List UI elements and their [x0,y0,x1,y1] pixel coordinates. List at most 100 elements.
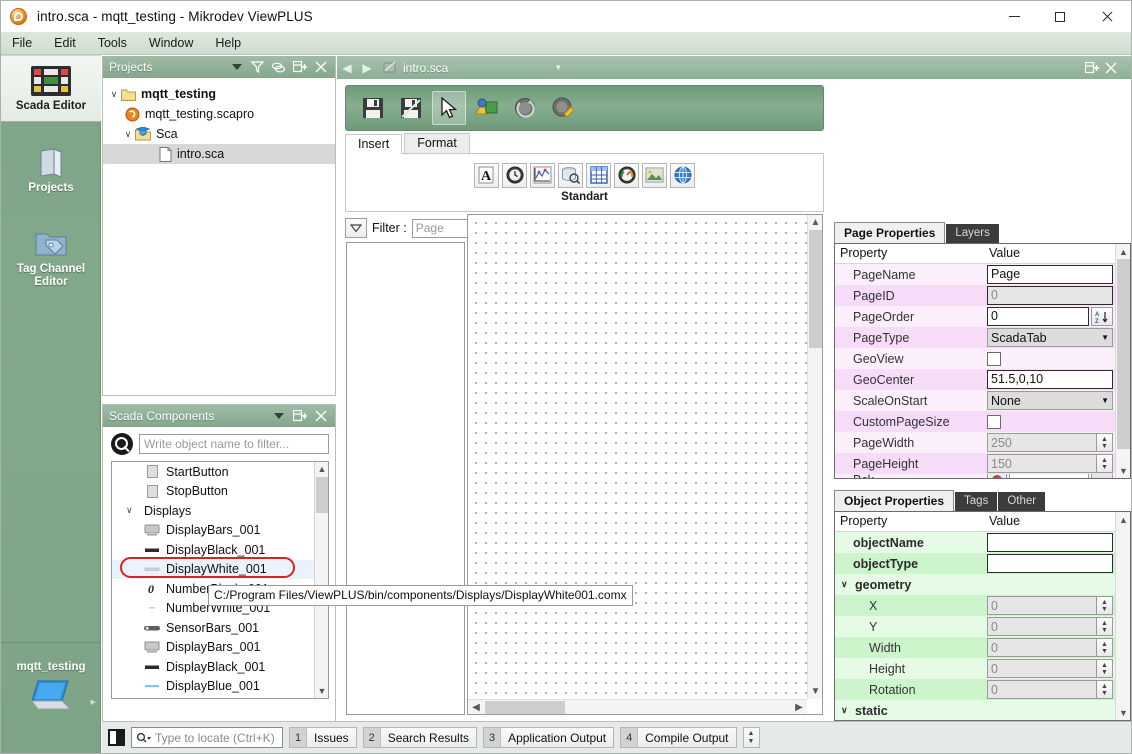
menu-edit[interactable]: Edit [43,34,87,52]
tree-row[interactable]: ∨ mqtt_testing [103,84,335,104]
component-list-scrollbar[interactable]: ▲ ▼ [314,462,328,698]
insert-clock-button[interactable] [502,162,527,188]
tab-other[interactable]: Other [998,492,1046,511]
clean-button[interactable] [546,91,580,125]
table-row[interactable]: ScaleOnStart None ▼ [835,390,1115,411]
close-button[interactable] [1083,1,1131,32]
select-tool-button[interactable] [432,91,466,125]
canvas-vertical-scrollbar[interactable]: ▲ ▼ [807,215,822,699]
minimize-button[interactable] [991,1,1037,32]
maximize-button[interactable] [1037,1,1083,32]
insert-gauge-button[interactable] [614,162,639,188]
scrollbar-thumb[interactable] [316,477,328,513]
scrollbar-thumb[interactable] [485,701,565,714]
list-item[interactable]: DisplayBlue_001 [112,677,328,697]
stepper-buttons[interactable]: ▲ ▼ [1096,680,1113,699]
menu-tools[interactable]: Tools [87,34,138,52]
stepper-buttons[interactable]: ▲ ▼ [1096,596,1113,615]
new-window-icon[interactable] [290,407,309,426]
tree-row[interactable]: mqtt_testing.scapro [103,104,335,124]
table-row-group[interactable]: ∨ static [835,700,1115,720]
rail-item-projects[interactable]: Projects [1,140,101,203]
component-list[interactable]: StartButton StopButton ∨ Displays Display… [111,461,329,699]
pagename-input[interactable]: Page [987,265,1113,284]
scroll-down-icon[interactable]: ▼ [315,684,328,698]
scada-canvas[interactable]: ▲ ▼ ◀ ▶ [467,214,823,715]
insert-table-button[interactable] [586,162,611,188]
scroll-up-icon[interactable]: ▲ [808,215,823,230]
insert-trend-button[interactable] [530,162,555,188]
page-list[interactable] [346,242,465,715]
objectname-input[interactable] [987,533,1113,552]
x-stepper[interactable]: 0 ▲ ▼ [987,596,1113,615]
list-item[interactable]: DisplayBars_001 [112,521,328,541]
list-item[interactable]: StopButton [112,482,328,502]
table-row[interactable]: X 0 ▲ ▼ [835,595,1115,616]
stepper-buttons[interactable]: ▲ ▼ [1096,617,1113,636]
list-item[interactable]: StartButton [112,462,328,482]
page-filter-input[interactable]: Page Na... [411,218,470,238]
tab-page-properties[interactable]: Page Properties [834,222,946,243]
list-item[interactable]: DisplayBlack_001 [112,540,328,560]
canvas-horizontal-scrollbar[interactable]: ◀ ▶ [468,699,807,714]
y-stepper[interactable]: 0 ▲ ▼ [987,617,1113,636]
stepper-buttons[interactable]: ▲ ▼ [1096,659,1113,678]
tree-row[interactable]: ∨ Sca [103,124,335,144]
forward-arrow-icon[interactable]: ▶ [357,61,377,75]
tree-row[interactable]: intro.sca [103,144,335,164]
list-item[interactable]: DisplayBlue_002 [112,696,328,698]
rotation-stepper[interactable]: 0 ▲ ▼ [987,680,1113,699]
table-row[interactable]: Bck [835,474,1115,478]
filter-caret-icon[interactable] [345,218,367,238]
bck-picker-button[interactable] [1091,474,1113,478]
scroll-left-icon[interactable]: ◀ [468,700,484,715]
stepper-buttons[interactable]: ▲ ▼ [1096,638,1113,657]
tab-layers[interactable]: Layers [946,224,999,243]
list-item-display-white-001[interactable]: DisplayWhite_001 [112,559,328,579]
scroll-up-icon[interactable]: ▲ [1116,244,1130,259]
table-row[interactable]: PageWidth 250 ▲ ▼ [835,432,1115,453]
scaleonstart-select[interactable]: None ▼ [987,391,1113,410]
scrollbar-thumb[interactable] [1117,259,1130,449]
refresh-button[interactable] [508,91,542,125]
close-icon[interactable] [311,407,330,426]
scroll-down-icon[interactable]: ▼ [1116,463,1130,478]
updown-spinner-icon[interactable]: ▲ ▼ [742,727,760,748]
scroll-right-icon[interactable]: ▶ [791,700,807,715]
rail-item-scada-editor[interactable]: Scada Editor [1,55,101,122]
menu-window[interactable]: Window [138,34,204,52]
rail-expand-arrow-icon[interactable]: ▸ [90,695,96,708]
table-row[interactable]: GeoView [835,348,1115,369]
new-window-icon[interactable] [1085,61,1099,74]
stepper-buttons[interactable]: ▲ ▼ [1096,454,1113,473]
scroll-down-icon[interactable]: ▼ [1116,705,1130,720]
scrollbar-thumb[interactable] [809,230,822,348]
dropdown-caret-icon[interactable] [269,407,288,426]
table-row[interactable]: GeoCenter 51.5,0,10 [835,369,1115,390]
new-window-icon[interactable] [290,58,309,77]
twisty-icon[interactable]: ∨ [121,129,135,140]
scroll-down-icon[interactable]: ▼ [808,684,823,699]
close-icon[interactable] [1105,62,1117,74]
tab-object-properties[interactable]: Object Properties [834,490,955,511]
save-button[interactable] [356,91,390,125]
search-icon[interactable] [111,433,133,455]
insert-text-button[interactable]: A [474,162,499,188]
table-row[interactable]: Rotation 0 ▲ ▼ [835,679,1115,700]
color-swatch-icon[interactable] [987,474,1007,478]
table-row[interactable]: PageHeight 150 ▲ ▼ [835,453,1115,474]
menu-help[interactable]: Help [204,34,252,52]
height-stepper[interactable]: 0 ▲ ▼ [987,659,1113,678]
tab-format[interactable]: Format [404,133,470,153]
rail-active-project[interactable]: mqtt_testing ▸ [1,642,101,753]
width-stepper[interactable]: 0 ▲ ▼ [987,638,1113,657]
custompagesize-checkbox[interactable] [987,414,1001,429]
status-button-compile-output[interactable]: 4 Compile Output [620,727,737,748]
twisty-icon[interactable]: ∨ [841,579,855,590]
geoview-checkbox[interactable] [987,351,1001,366]
page-properties-scrollbar[interactable]: ▲ ▼ [1115,244,1130,478]
twisty-icon[interactable]: ∨ [841,705,855,716]
status-button-issues[interactable]: 1 Issues [289,727,357,748]
pagetype-select[interactable]: ScadaTab ▼ [987,328,1113,347]
insert-database-button[interactable] [558,162,583,188]
